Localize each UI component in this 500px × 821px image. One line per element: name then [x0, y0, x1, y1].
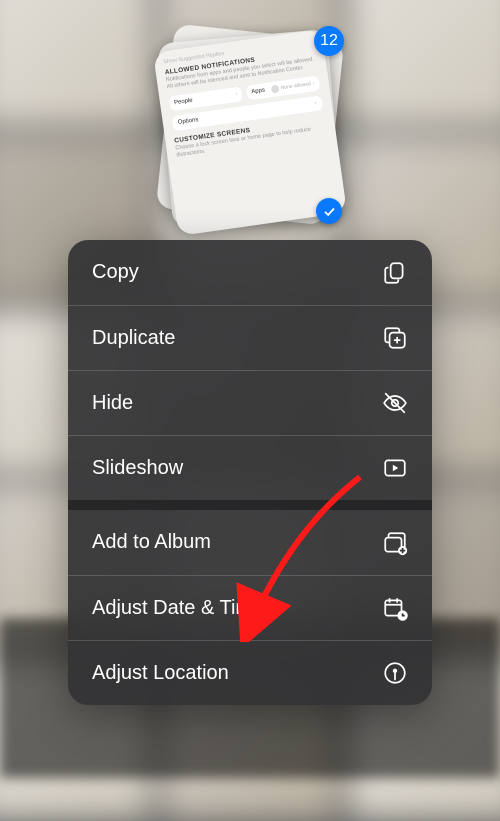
menu-adjust-date-time-label: Adjust Date & Time — [92, 597, 263, 620]
menu-hide-label: Hide — [92, 392, 133, 415]
menu-duplicate[interactable]: Duplicate — [68, 305, 432, 370]
menu-add-to-album-label: Add to Album — [92, 531, 211, 554]
eye-slash-icon — [382, 390, 408, 416]
menu-adjust-location-label: Adjust Location — [92, 662, 229, 685]
copy-icon — [382, 260, 408, 286]
selection-count-badge: 12 — [314, 26, 344, 56]
menu-duplicate-label: Duplicate — [92, 327, 175, 350]
menu-hide[interactable]: Hide — [68, 370, 432, 435]
menu-slideshow[interactable]: Slideshow — [68, 435, 432, 500]
location-pin-icon — [382, 660, 408, 686]
menu-adjust-location[interactable]: Adjust Location — [68, 640, 432, 705]
menu-slideshow-label: Slideshow — [92, 457, 183, 480]
duplicate-icon — [382, 325, 408, 351]
menu-copy[interactable]: Copy — [68, 240, 432, 305]
play-rect-icon — [382, 455, 408, 481]
menu-separator — [68, 500, 432, 510]
menu-copy-label: Copy — [92, 261, 139, 284]
menu-add-to-album[interactable]: Add to Album — [68, 510, 432, 575]
calendar-clock-icon — [382, 595, 408, 621]
album-plus-icon — [382, 530, 408, 556]
context-menu: Copy Duplicate Hide Slideshow Add to Alb… — [68, 240, 432, 705]
selection-preview-stack[interactable]: Show Suggested Replies ALLOWED NOTIFICAT… — [150, 20, 350, 220]
selection-check-badge — [316, 198, 342, 224]
menu-adjust-date-time[interactable]: Adjust Date & Time — [68, 575, 432, 640]
